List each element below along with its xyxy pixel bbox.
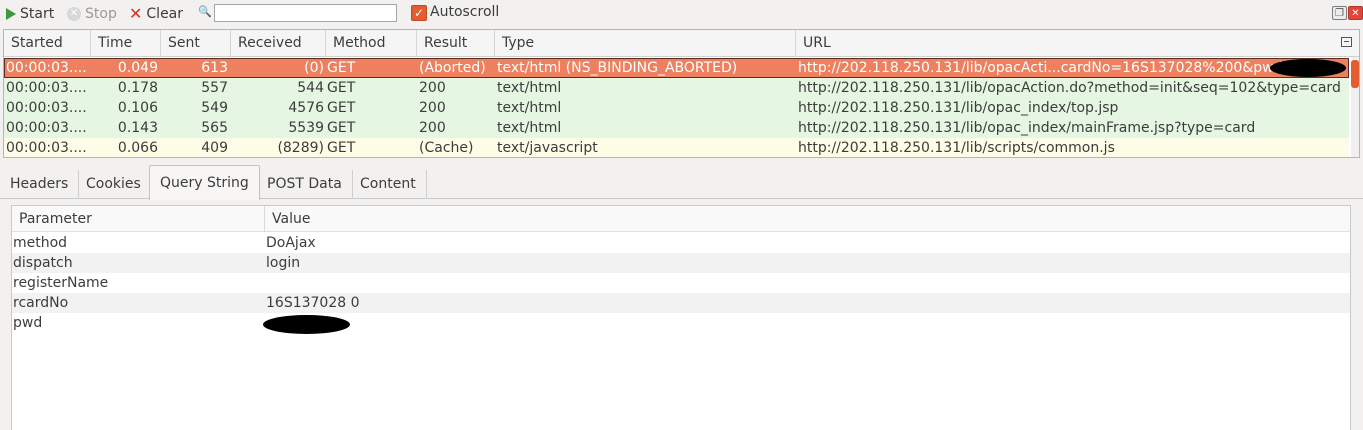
cell-url: http://202.118.250.131/lib/scripts/commo… (798, 140, 1115, 156)
clear-button[interactable]: ✕ Clear (129, 4, 183, 24)
cell-result: (Cache) (419, 140, 474, 156)
column-chooser-icon[interactable] (1341, 37, 1352, 47)
cell-method: GET (327, 120, 356, 136)
param-name: rcardNo (13, 295, 69, 311)
cell-type: text/html (497, 80, 562, 96)
param-row[interactable]: method DoAjax (12, 233, 1350, 253)
autoscroll-label[interactable]: Autoscroll (430, 4, 499, 20)
cell-sent: 613 (201, 60, 228, 76)
cell-type: text/html (NS_BINDING_ABORTED) (497, 60, 738, 76)
cell-url: http://202.118.250.131/lib/opac_index/ma… (798, 120, 1256, 136)
column-header-parameter[interactable]: Parameter (12, 206, 265, 232)
cell-received: 5539 (288, 120, 324, 136)
param-name: dispatch (13, 255, 73, 271)
cell-url: http://202.118.250.131/lib/opacActi...ca… (798, 60, 1295, 76)
cell-started: 00:00:03.... (6, 140, 87, 156)
clear-label: Clear (146, 6, 184, 22)
cell-result: (Aborted) (419, 60, 486, 76)
stop-label: Stop (85, 6, 117, 22)
request-table-scrollbar[interactable] (1351, 57, 1359, 157)
column-header-method[interactable]: Method (326, 30, 417, 57)
column-header-type[interactable]: Type (495, 30, 796, 57)
cell-started: 00:00:03.... (6, 120, 87, 136)
cell-started: 00:00:03.... (6, 60, 87, 76)
toolbar: Start ✕ Stop ✕ Clear 🔍 ✓ Autoscroll ❐ ✕ (0, 0, 1363, 28)
cell-time: 0.049 (117, 60, 158, 76)
query-string-table: Parameter Value method DoAjax dispatch l… (11, 205, 1351, 430)
cell-method: GET (327, 140, 356, 156)
cell-received: 544 (297, 80, 324, 96)
table-row[interactable]: 00:00:03.... 0.143 565 5539 GET 200 text… (4, 118, 1349, 138)
scrollbar-thumb[interactable] (1351, 60, 1359, 88)
tab-content[interactable]: Content (350, 170, 427, 199)
cell-time: 0.143 (117, 120, 158, 136)
redaction-mark (1270, 59, 1346, 77)
cell-type: text/javascript (497, 140, 598, 156)
cell-type: text/html (497, 100, 562, 116)
cell-sent: 409 (201, 140, 228, 156)
stop-icon: ✕ (67, 7, 81, 21)
column-header-result[interactable]: Result (417, 30, 495, 57)
column-header-started[interactable]: Started (4, 30, 91, 57)
request-table-header: Started Time Sent Received Method Result… (4, 30, 1359, 57)
play-icon (6, 8, 16, 20)
cell-result: 200 (419, 80, 446, 96)
detail-tabs: Headers Cookies Query String POST Data C… (0, 165, 1363, 200)
search-input[interactable] (214, 4, 397, 22)
column-header-sent[interactable]: Sent (161, 30, 231, 57)
param-row[interactable]: rcardNo 16S137028 0 (12, 293, 1350, 313)
table-row[interactable]: 00:00:03.... 0.066 409 (8289) GET (Cache… (4, 138, 1349, 157)
param-row[interactable]: dispatch login (12, 253, 1350, 273)
cell-type: text/html (497, 120, 562, 136)
cell-result: 200 (419, 120, 446, 136)
start-button[interactable]: Start (6, 4, 54, 24)
redaction-mark (263, 315, 350, 334)
tab-cookies[interactable]: Cookies (76, 170, 152, 199)
cell-time: 0.066 (117, 140, 158, 156)
autoscroll-checkbox[interactable]: ✓ (411, 5, 427, 21)
cell-received: 4576 (288, 100, 324, 116)
column-header-received[interactable]: Received (231, 30, 326, 57)
tab-query-string[interactable]: Query String (149, 165, 260, 200)
window-restore-icon[interactable]: ❐ (1332, 6, 1347, 20)
table-row[interactable]: 00:00:03.... 0.106 549 4576 GET 200 text… (4, 98, 1349, 118)
table-row[interactable]: 00:00:03.... 0.049 613 (0) GET (Aborted)… (4, 58, 1349, 78)
param-table-header: Parameter Value (12, 206, 1350, 232)
cell-method: GET (327, 60, 356, 76)
column-header-url[interactable]: URL (796, 30, 1326, 57)
tab-headers[interactable]: Headers (0, 170, 80, 199)
param-row[interactable]: registerName (12, 273, 1350, 293)
cell-time: 0.106 (117, 100, 158, 116)
cell-method: GET (327, 100, 356, 116)
start-label: Start (20, 6, 55, 22)
cell-started: 00:00:03.... (6, 100, 87, 116)
param-name: pwd (13, 315, 43, 331)
stop-button[interactable]: ✕ Stop (67, 4, 117, 24)
table-row[interactable]: 00:00:03.... 0.178 557 544 GET 200 text/… (4, 78, 1349, 98)
window-close-icon[interactable]: ✕ (1348, 6, 1363, 20)
param-value: login (266, 255, 301, 271)
cell-received: (0) (304, 60, 324, 76)
cell-method: GET (327, 80, 356, 96)
cell-sent: 557 (201, 80, 228, 96)
column-header-value[interactable]: Value (265, 206, 310, 232)
request-table: Started Time Sent Received Method Result… (3, 29, 1360, 158)
cell-time: 0.178 (117, 80, 158, 96)
cell-url: http://202.118.250.131/lib/opac_index/to… (798, 100, 1119, 116)
param-value: DoAjax (266, 235, 316, 251)
param-name: method (13, 235, 68, 251)
column-header-time[interactable]: Time (91, 30, 161, 57)
cell-sent: 549 (201, 100, 228, 116)
cell-started: 00:00:03.... (6, 80, 87, 96)
cell-url: http://202.118.250.131/lib/opacAction.do… (798, 80, 1341, 96)
cell-sent: 565 (201, 120, 228, 136)
param-value: 16S137028 0 (266, 295, 360, 311)
param-name: registerName (13, 275, 109, 291)
param-row[interactable]: pwd (12, 313, 1350, 334)
tab-post-data[interactable]: POST Data (257, 170, 353, 199)
cell-result: 200 (419, 100, 446, 116)
clear-x-icon: ✕ (129, 4, 143, 23)
magnifier-icon: 🔍 (198, 5, 212, 18)
cell-received: (8289) (277, 140, 324, 156)
